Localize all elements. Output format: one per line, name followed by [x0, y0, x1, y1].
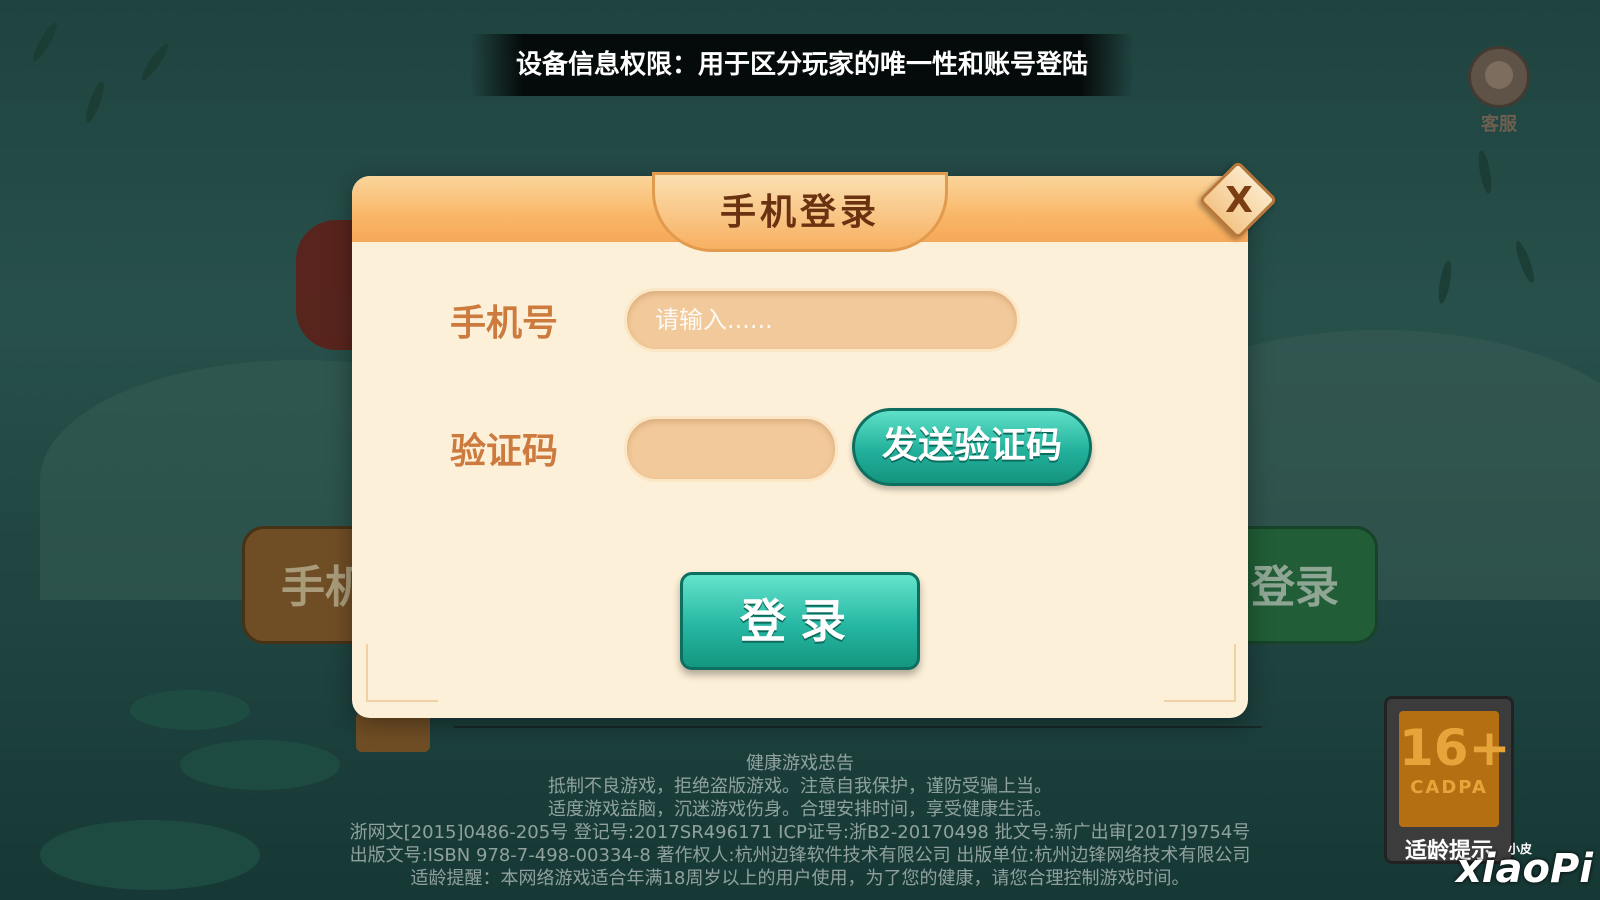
footer-line: 出版文号:ISBN 978-7-498-00334-8 著作权人:杭州边锋软件技… — [349, 845, 1251, 866]
send-code-button[interactable]: 发送验证码 — [852, 408, 1092, 486]
age-rating-plate: 16+ CADPA — [1399, 711, 1511, 827]
login-button[interactable]: 登录 — [680, 572, 920, 670]
footer-legal-text: 健康游戏忠告 抵制不良游戏，拒绝盗版游戏。注意自我保护，谨防受骗上当。 适度游戏… — [0, 752, 1600, 890]
dialog-title: 手机登录 — [719, 191, 880, 233]
phone-input[interactable] — [624, 288, 1020, 352]
watermark-logo: xiaoPi — [1456, 846, 1594, 892]
phone-label: 手机号 — [450, 303, 559, 344]
footer-line: 抵制不良游戏，拒绝盗版游戏。注意自我保护，谨防受骗上当。 — [548, 776, 1052, 797]
corner-ornament-right — [1164, 644, 1236, 702]
corner-ornament-left — [366, 644, 438, 702]
age-rating-org: CADPA — [1410, 777, 1488, 798]
verification-code-input[interactable] — [624, 416, 838, 482]
code-label: 验证码 — [450, 431, 559, 472]
footer-line: 浙网文[2015]0486-205号 登记号:2017SR496171 ICP证… — [349, 822, 1251, 843]
footer-line: 适度游戏益脑，沉迷游戏伤身。合理安排时间，享受健康生活。 — [548, 799, 1052, 820]
footer-line: 健康游戏忠告 — [746, 753, 854, 774]
customer-service-label: 客服 — [1481, 114, 1517, 135]
footer-line: 适龄提醒：本网络游戏适合年满18周岁以上的用户使用，为了您的健康，请您合理控制游… — [410, 868, 1190, 889]
customer-service-button[interactable]: 客服 — [1464, 46, 1534, 135]
age-rating-value: 16+ — [1399, 719, 1511, 777]
age-rating-badge[interactable]: 16+ CADPA 适龄提示 — [1384, 696, 1514, 864]
dialog-title-plaque: 手机登录 — [652, 172, 948, 252]
customer-service-icon — [1468, 46, 1530, 108]
permission-notice: 设备信息权限：用于区分玩家的唯一性和账号登陆 — [470, 34, 1134, 96]
close-icon[interactable]: X — [1214, 176, 1264, 226]
